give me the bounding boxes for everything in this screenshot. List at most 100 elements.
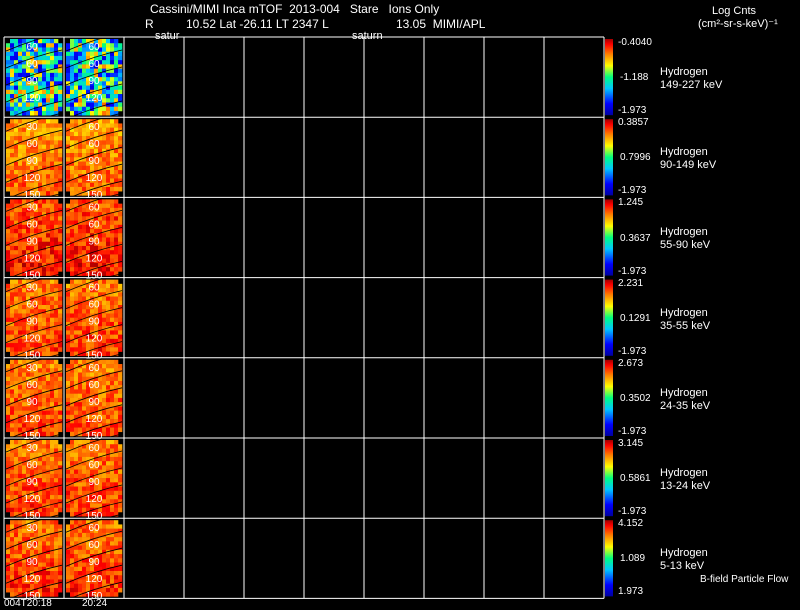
image-pixel [66, 254, 71, 259]
image-pixel [58, 507, 63, 513]
inca-image: 606090120150 [65, 112, 123, 201]
image-pixel [118, 495, 123, 500]
image-pixel [54, 94, 59, 99]
image-pixel [50, 330, 55, 335]
image-pixel [10, 571, 15, 576]
image-pixel [10, 397, 15, 403]
image-pixel [46, 368, 51, 373]
image-pixel [118, 250, 123, 255]
image-pixel [78, 212, 83, 217]
image-pixel [114, 148, 119, 154]
image-pixel [82, 148, 87, 154]
image-pixel [18, 165, 23, 171]
image-pixel [102, 520, 107, 525]
image-pixel [50, 393, 55, 399]
image-pixel [82, 562, 87, 568]
image-pixel [54, 380, 59, 386]
image-pixel [118, 427, 123, 433]
image-pixel [70, 229, 75, 234]
image-pixel [102, 528, 107, 534]
image-pixel [74, 423, 79, 428]
image-pixel [78, 81, 83, 86]
image-pixel [110, 385, 115, 390]
image-pixel [18, 296, 23, 302]
image-pixel [58, 456, 63, 462]
image-pixel [118, 220, 123, 226]
image-pixel [38, 283, 43, 289]
image-pixel [14, 161, 19, 167]
image-pixel [46, 89, 51, 95]
image-pixel [50, 127, 55, 133]
image-pixel [102, 465, 107, 470]
image-pixel [106, 144, 111, 150]
colorbar-min-label: -1.973 [618, 345, 647, 357]
image-pixel [50, 338, 55, 344]
image-pixel [54, 55, 59, 61]
image-pixel [114, 309, 119, 314]
image-pixel [106, 39, 111, 44]
image-pixel [14, 199, 19, 204]
image-pixel [74, 136, 79, 141]
image-pixel [6, 250, 11, 255]
image-pixel [70, 279, 75, 285]
image-pixel [110, 98, 115, 103]
image-pixel [18, 72, 23, 78]
image-pixel [14, 490, 19, 496]
image-pixel [38, 528, 43, 534]
image-pixel [14, 452, 19, 458]
image-pixel [42, 414, 47, 420]
image-pixel [38, 380, 43, 386]
image-pixel [10, 364, 15, 369]
contour-label: 60 [26, 219, 38, 230]
image-pixel [78, 51, 83, 57]
image-pixel [18, 490, 23, 496]
image-pixel [118, 233, 123, 238]
image-pixel [50, 490, 55, 496]
image-pixel [70, 452, 75, 458]
image-pixel [50, 39, 55, 44]
image-pixel [42, 55, 47, 61]
image-pixel [106, 448, 111, 453]
image-pixel [70, 237, 75, 243]
image-pixel [6, 203, 11, 209]
image-pixel [42, 393, 47, 399]
contour-label: 90 [26, 236, 38, 247]
image-pixel [46, 283, 51, 289]
image-pixel [74, 427, 79, 433]
contour-label: 90 [88, 477, 100, 488]
image-pixel [58, 317, 63, 323]
image-pixel [46, 380, 51, 386]
image-pixel [74, 216, 79, 221]
image-pixel [74, 267, 79, 272]
image-pixel [46, 77, 51, 82]
image-pixel [114, 389, 119, 394]
image-pixel [110, 499, 115, 504]
image-pixel [14, 131, 19, 137]
image-pixel [50, 241, 55, 247]
image-pixel [78, 241, 83, 247]
image-pixel [14, 410, 19, 416]
image-pixel [38, 385, 43, 390]
image-pixel [70, 583, 75, 589]
image-pixel [102, 47, 107, 52]
image-pixel [42, 288, 47, 293]
image-pixel [14, 279, 19, 285]
image-pixel [114, 85, 119, 91]
image-pixel [50, 186, 55, 192]
image-pixel [42, 368, 47, 373]
image-pixel [114, 326, 119, 331]
image-pixel [74, 170, 79, 175]
image-pixel [50, 554, 55, 559]
contour-label: 60 [88, 523, 100, 534]
image-pixel [102, 368, 107, 373]
image-pixel [6, 372, 11, 378]
image-pixel [6, 317, 11, 323]
image-pixel [42, 554, 47, 559]
image-pixel [18, 207, 23, 213]
image-pixel [70, 473, 75, 479]
image-pixel [6, 229, 11, 234]
image-pixel [66, 165, 71, 171]
image-pixel [18, 89, 23, 95]
image-pixel [54, 51, 59, 57]
image-pixel [42, 427, 47, 433]
